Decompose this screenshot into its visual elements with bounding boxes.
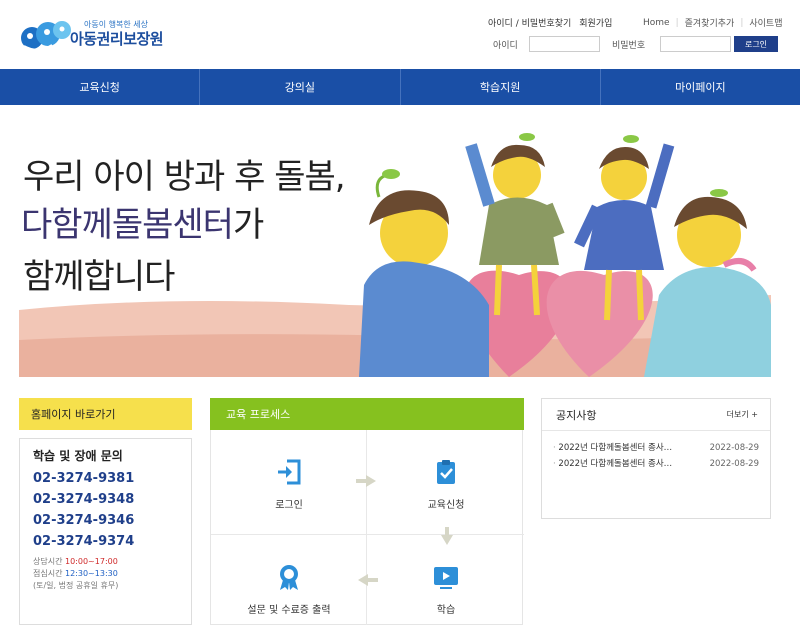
certificate-ribbon-icon	[280, 565, 298, 590]
notice-board: 공지사항 더보기 + 2022년 다함께돌봄센터 종사… 2022-08-29 …	[541, 398, 771, 519]
process-header: 교육 프로세스	[210, 398, 524, 430]
home-link[interactable]: Home	[643, 18, 670, 28]
nav-item-course-apply[interactable]: 교육신청	[0, 69, 199, 105]
notice-title: 공지사항	[556, 408, 597, 422]
notice-item-title: 2022년 다함께돌봄센터 종사…	[553, 440, 672, 456]
hero-banner[interactable]: 우리 아이 방과 후 돌봄, 다함께돌봄센터가 함께합니다	[19, 105, 771, 377]
find-account-link[interactable]: 아이디 / 비밀번호찾기	[488, 16, 571, 29]
login-button[interactable]: 로그인	[734, 36, 778, 52]
process-step-login[interactable]: 로그인	[211, 436, 367, 534]
login-form: 아이디 비밀번호 로그인	[493, 36, 778, 52]
hero-line2-suffix: 가	[232, 205, 264, 245]
inquiry-box: 학습 및 장애 문의 02-3274-9381 02-3274-9348 02-…	[19, 438, 192, 625]
hero-headline-line3: 함께합니다	[23, 257, 175, 297]
main-nav: 교육신청 강의실 학습지원 마이페이지	[0, 69, 800, 105]
step-label: 학습	[436, 605, 456, 616]
process-step-certificate[interactable]: 설문 및 수료증 출력	[211, 535, 367, 625]
homepage-shortcut: 홈페이지 바로가기 학습 및 장애 문의 02-3274-9381 02-327…	[19, 398, 192, 625]
video-play-icon	[434, 567, 458, 589]
inquiry-title: 학습 및 장애 문의	[33, 449, 123, 463]
service-hours: 상담시간 10:00~17:00 점심시간 12:30~13:30 (토/일, …	[33, 556, 191, 592]
divider: |	[740, 17, 744, 28]
step-label: 설문 및 수료증 출력	[247, 605, 331, 616]
id-input[interactable]	[529, 36, 600, 52]
phone-number: 02-3274-9381	[33, 471, 135, 486]
notice-item[interactable]: 2022년 다함께돌봄센터 종사… 2022-08-29	[553, 440, 759, 456]
lunch-label: 점심시간	[33, 569, 63, 578]
step-label: 교육신청	[427, 500, 465, 511]
hero-center-name: 다함께돌봄센터	[21, 205, 234, 245]
password-input[interactable]	[660, 36, 731, 52]
sitemap-link[interactable]: 사이트맵	[749, 16, 782, 29]
site-header: 아동이 행복한 세상 아동권리보장원 아이디 / 비밀번호찾기 회원가입 Hom…	[0, 0, 800, 70]
notice-item-date: 2022-08-29	[709, 443, 759, 453]
shortcut-header[interactable]: 홈페이지 바로가기	[19, 398, 192, 430]
step-label: 로그인	[275, 500, 303, 511]
education-process: 교육 프로세스 로그인 교육신청 학습 설문 및 수료증 출력	[210, 398, 524, 625]
arrow-down-icon	[441, 527, 453, 545]
notice-more-link[interactable]: 더보기 +	[727, 409, 758, 420]
consult-label: 상담시간	[33, 557, 63, 566]
join-link[interactable]: 회원가입	[579, 16, 612, 29]
phone-number: 02-3274-9348	[33, 492, 135, 507]
hero-headline-line1: 우리 아이 방과 후 돌봄,	[23, 157, 346, 197]
login-icon	[278, 459, 301, 485]
notice-item-date: 2022-08-29	[709, 459, 759, 469]
account-links: 아이디 / 비밀번호찾기 회원가입	[488, 16, 612, 29]
clipboard-check-icon	[437, 460, 455, 484]
nav-item-mypage[interactable]: 마이페이지	[599, 69, 800, 105]
process-step-learning[interactable]: 학습	[368, 535, 524, 625]
lunch-time: 12:30~13:30	[65, 569, 118, 578]
notice-header: 공지사항 더보기 +	[542, 399, 770, 431]
arrow-right-icon	[356, 475, 376, 487]
closed-note: (토/일, 법정 공휴일 휴무)	[33, 581, 119, 590]
notice-item-title: 2022년 다함께돌봄센터 종사…	[553, 456, 672, 472]
phone-number: 02-3274-9346	[33, 513, 135, 528]
consult-time: 10:00~17:00	[65, 557, 118, 566]
nav-item-classroom[interactable]: 강의실	[199, 69, 399, 105]
notice-item[interactable]: 2022년 다함께돌봄센터 종사… 2022-08-29	[553, 456, 759, 472]
nav-item-learning-support[interactable]: 학습지원	[399, 69, 600, 105]
notice-list: 2022년 다함께돌봄센터 종사… 2022-08-29 2022년 다함께돌봄…	[542, 431, 770, 472]
arrow-left-icon	[358, 574, 378, 586]
bookmark-link[interactable]: 즐겨찾기추가	[685, 16, 735, 29]
id-label: 아이디	[493, 40, 518, 51]
hero-headline-line2: 다함께돌봄센터가	[21, 197, 264, 246]
utility-links: Home | 즐겨찾기추가 | 사이트맵	[643, 16, 782, 30]
password-label: 비밀번호	[612, 40, 646, 51]
phone-number: 02-3274-9374	[33, 534, 135, 549]
divider: |	[675, 17, 679, 28]
logo-name: 아동권리보장원	[70, 30, 164, 48]
logo-icon	[21, 21, 71, 51]
process-step-apply[interactable]: 교육신청	[368, 436, 524, 534]
